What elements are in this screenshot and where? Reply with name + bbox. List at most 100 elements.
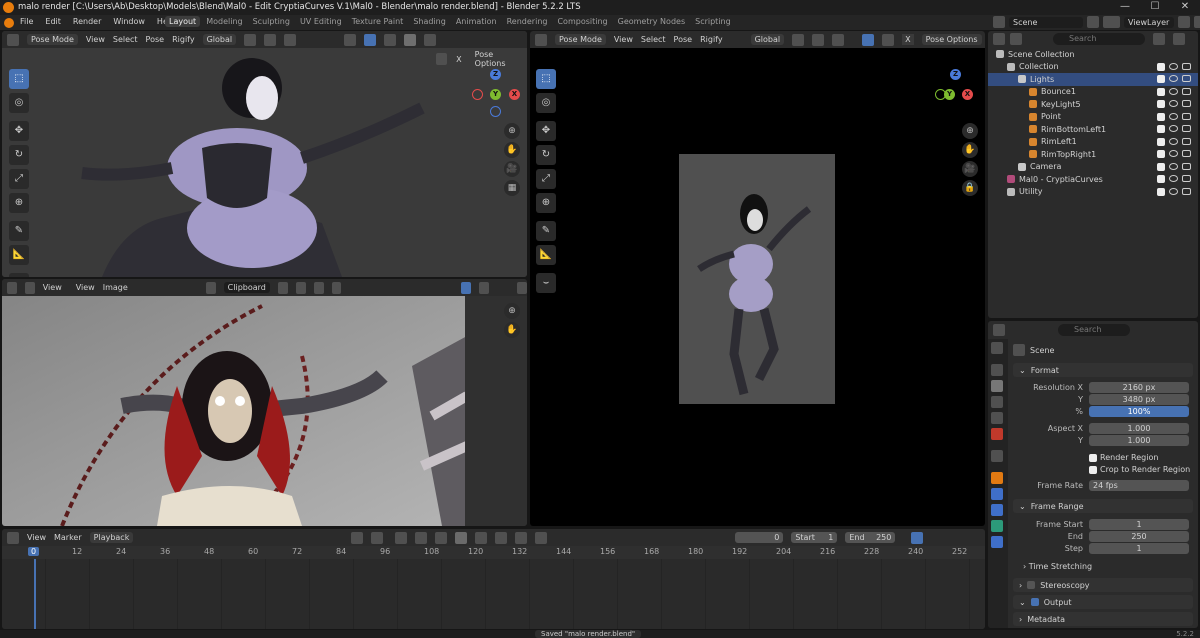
render-camera-icon[interactable] [1182, 187, 1191, 195]
select-menu[interactable]: Select [113, 35, 138, 44]
close-button[interactable]: ✕ [1170, 0, 1200, 15]
outliner-item-rimbottomleft1[interactable]: RimBottomLeft1 [988, 123, 1198, 136]
frame-end-field[interactable]: 250 [1089, 531, 1189, 542]
annotate-tool[interactable]: ✎ [9, 221, 29, 241]
playhead-line[interactable] [34, 559, 36, 629]
overlay-toggle-icon[interactable] [479, 281, 490, 294]
pose-menu[interactable]: Pose [146, 35, 165, 44]
scene-tab-icon[interactable] [991, 412, 1003, 424]
image-editor[interactable]: View View Image Clipboard ⊕ ✋ [2, 279, 527, 526]
minimize-button[interactable]: — [1110, 0, 1140, 15]
shading-rendered-icon[interactable] [424, 33, 437, 46]
view-menu[interactable]: View [86, 35, 105, 44]
gizmo-negy-icon[interactable] [935, 89, 946, 100]
select-box-tool[interactable]: ⬚ [9, 69, 29, 89]
delete-viewlayer-icon[interactable] [1194, 16, 1200, 28]
workspace-tab-scripting[interactable]: Scripting [691, 16, 735, 27]
viewport-3d-left[interactable]: Pose Mode View Select Pose Rigify Global… [2, 31, 527, 277]
pin-icon[interactable] [331, 281, 342, 294]
workspace-tab-animation[interactable]: Animation [452, 16, 501, 27]
unlink-image-icon[interactable] [313, 281, 324, 294]
image-browse-icon[interactable] [205, 281, 216, 294]
image-name-field[interactable]: Clipboard [223, 282, 270, 293]
aspect-y-field[interactable]: 1.000 [1089, 435, 1189, 446]
particles-tab-icon[interactable] [991, 504, 1003, 516]
scene-selector[interactable]: Scene [993, 16, 1115, 28]
editor-type-icon[interactable] [7, 281, 17, 294]
menu-window[interactable]: Window [113, 17, 145, 26]
jump-end-icon[interactable] [495, 531, 508, 544]
constraints-tab-icon[interactable] [991, 536, 1003, 548]
navigation-gizmo[interactable]: Z X Y [472, 69, 520, 117]
jump-keyframe-forward-icon[interactable] [475, 531, 488, 544]
outliner-item-camera[interactable]: Camera [988, 161, 1198, 174]
menu-render[interactable]: Render [73, 17, 101, 26]
output-panel-header[interactable]: ⌄ Output [1013, 595, 1193, 609]
outliner-item-scene-collection[interactable]: Scene Collection [988, 48, 1198, 61]
crop-region-checkbox[interactable]: Crop to Render Region [1089, 465, 1190, 474]
editor-type-icon[interactable] [7, 33, 19, 46]
stereoscopy-panel-header[interactable]: › Stereoscopy [1013, 578, 1193, 592]
marker-menu[interactable]: Marker [54, 533, 82, 542]
pan-hand-icon[interactable]: ✋ [504, 142, 520, 158]
viewport-3d-camera[interactable]: Pose Mode View Select Pose Rigify Global… [530, 31, 985, 526]
filter-icon[interactable] [1153, 33, 1165, 45]
modifier-tab-icon[interactable] [991, 488, 1003, 500]
workspace-tab-modeling[interactable]: Modeling [202, 16, 246, 27]
camera-view-icon[interactable]: 🎥 [504, 161, 520, 177]
visibility-eye-icon[interactable] [1169, 87, 1178, 95]
workspace-tab-layout[interactable]: Layout [165, 16, 201, 27]
keying-icon[interactable] [371, 531, 384, 544]
visibility-eye-icon[interactable] [1169, 162, 1178, 170]
auto-key-icon[interactable] [515, 531, 528, 544]
visibility-eye-icon[interactable] [1169, 75, 1178, 83]
gizmo-negz-icon[interactable] [490, 106, 501, 117]
workspace-tab-sculpting[interactable]: Sculpting [249, 16, 294, 27]
exclude-checkbox[interactable] [1157, 112, 1165, 121]
exclude-checkbox[interactable] [1157, 62, 1165, 71]
snap-icon[interactable] [812, 33, 825, 46]
workspace-tab-compositing[interactable]: Compositing [553, 16, 611, 27]
perspective-grid-icon[interactable]: ▦ [504, 180, 520, 196]
keyframe-area[interactable] [2, 559, 985, 629]
view-dropdown[interactable]: View [43, 283, 62, 292]
editor-type-icon[interactable] [993, 324, 1005, 336]
editor-type-icon[interactable] [7, 531, 19, 544]
scale-tool[interactable]: ⤢ [9, 169, 29, 189]
render-camera-icon[interactable] [1182, 175, 1191, 183]
data-tab-icon[interactable] [991, 520, 1003, 532]
outliner-item-rimtopright1[interactable]: RimTopRight1 [988, 148, 1198, 161]
pose-options-button[interactable]: Pose Options [470, 49, 527, 69]
outliner-item-collection[interactable]: Collection [988, 61, 1198, 74]
render-camera-icon[interactable] [1182, 150, 1191, 158]
visibility-eye-icon[interactable] [1169, 150, 1178, 158]
pan-hand-icon[interactable]: ✋ [504, 322, 520, 338]
current-frame-field[interactable]: 0 [735, 532, 784, 543]
render-camera-icon[interactable] [1182, 125, 1191, 133]
workspace-tab-shading[interactable]: Shading [409, 16, 450, 27]
outliner-item-keylight5[interactable]: KeyLight5 [988, 98, 1198, 111]
cursor-tool[interactable]: ◎ [536, 93, 556, 113]
maximize-button[interactable]: ☐ [1140, 0, 1170, 15]
shading-solid-icon[interactable] [384, 33, 397, 46]
resolution-x-field[interactable]: 2160 px [1089, 382, 1189, 393]
start-frame-field[interactable]: Start 1 [791, 532, 838, 543]
render-tab-icon[interactable] [991, 364, 1003, 376]
snapping-icon[interactable] [535, 531, 548, 544]
navigation-gizmo[interactable]: Z X Y [932, 69, 980, 117]
view-menu[interactable]: View [76, 283, 95, 292]
frame-rate-dropdown[interactable]: 24 fps [1089, 480, 1189, 491]
render-camera-icon[interactable] [1182, 100, 1191, 108]
outliner-item-utility[interactable]: Utility [988, 186, 1198, 199]
gizmo-z-icon[interactable]: Z [950, 69, 961, 80]
new-scene-icon[interactable] [1087, 16, 1099, 28]
gizmo-toggle-icon[interactable] [461, 281, 472, 294]
scale-tool[interactable]: ⤢ [536, 169, 556, 189]
new-viewlayer-icon[interactable] [1178, 16, 1190, 28]
pose-menu[interactable]: Pose [674, 35, 693, 44]
exclude-checkbox[interactable] [1157, 175, 1165, 184]
render-region-checkbox[interactable]: Render Region [1089, 453, 1158, 462]
playback-menu[interactable]: Playback [89, 532, 134, 543]
xray-icon[interactable] [364, 33, 377, 46]
move-tool[interactable]: ✥ [536, 121, 556, 141]
